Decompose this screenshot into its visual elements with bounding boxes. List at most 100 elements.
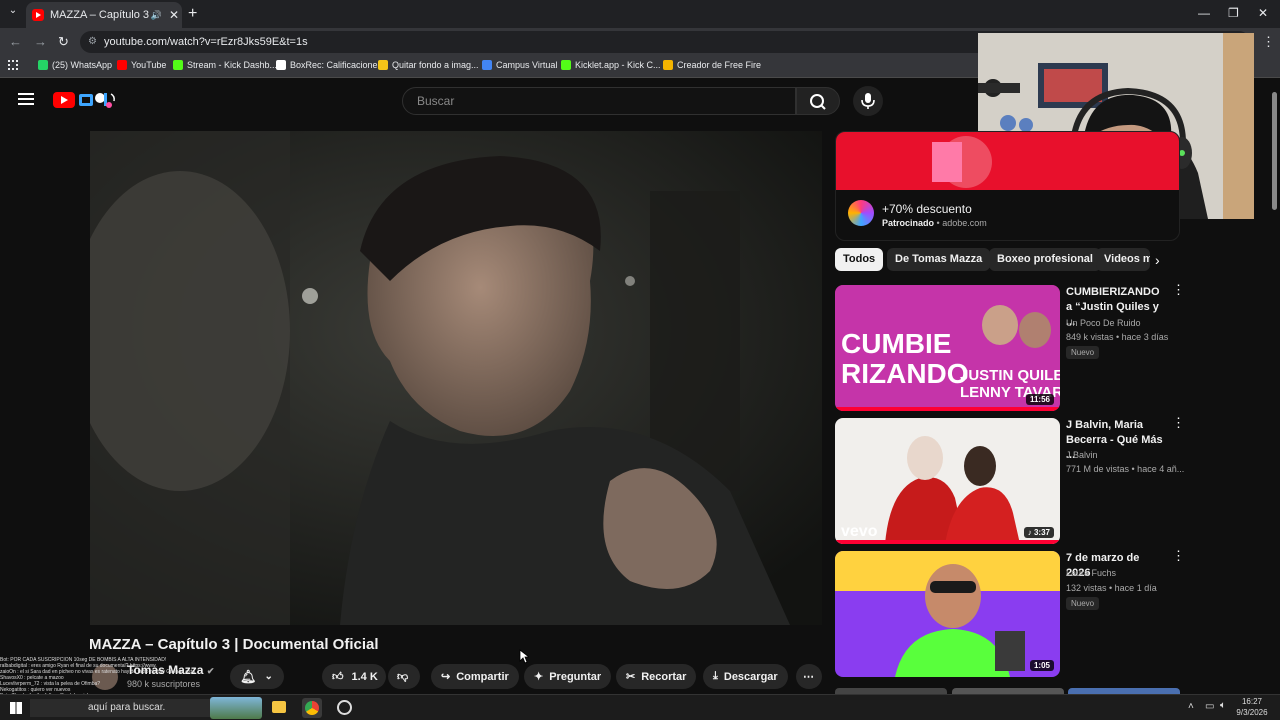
rec-channel-1[interactable]: Un Poco De Ruido (1066, 318, 1141, 328)
chevron-down-icon: ⌄ (264, 671, 273, 682)
download-icon: ⤓ (713, 670, 718, 682)
mouse-cursor-icon (519, 649, 529, 664)
ad-card[interactable]: +70% descuento Patrocinado • adobe.com (835, 131, 1180, 241)
bookmark-item[interactable]: YouTube (117, 60, 166, 70)
hamburger-menu-icon[interactable] (18, 93, 34, 105)
close-window-icon[interactable]: ✕ (1258, 6, 1268, 20)
page-scrollbar[interactable] (1272, 92, 1277, 210)
bookmark-item[interactable]: Stream - Kick Dashb... (173, 60, 277, 70)
tab-close-icon[interactable]: ✕ (166, 8, 182, 22)
rec-meta-3: 132 vistas • hace 1 día (1066, 583, 1157, 593)
doodle-logo-icon[interactable] (78, 90, 118, 110)
ad-banner-image (836, 132, 1179, 190)
youtube-logo-icon[interactable] (53, 92, 75, 108)
chips-next-arrow-icon[interactable]: › (1155, 252, 1160, 268)
clip-button[interactable]: ✂ Recortar (616, 664, 697, 689)
adobe-logo-icon (848, 200, 874, 226)
sparkle-icon: ✦ (534, 671, 544, 683)
rec-thumbnail-image: vevo (835, 418, 1060, 544)
search-input[interactable]: Buscar (402, 87, 796, 115)
youtube-favicon-icon (32, 9, 44, 21)
browser-tab[interactable]: MAZZA – Capítulo 3 | Docu 🔊 ✕ (26, 2, 182, 28)
rec-thumbnail-1[interactable]: CUMBIE RIZANDO JUSTIN QUILES Y LENNY TAV… (835, 285, 1060, 411)
share-label: Compartir (456, 670, 509, 683)
chip-todos[interactable]: Todos (835, 248, 884, 271)
search-button[interactable] (796, 87, 840, 115)
svg-text:RIZANDO: RIZANDO (841, 358, 969, 389)
apps-grid-icon[interactable] (8, 60, 18, 70)
rec-menu-icon-3[interactable]: ⋮ (1172, 549, 1185, 562)
bookmark-item[interactable]: Quitar fondo a imag... (378, 60, 479, 70)
rec-thumbnail-image (835, 551, 1060, 677)
bookmark-item[interactable]: BoxRec: Calificaciones (276, 60, 382, 70)
site-info-icon[interactable]: ⚙ (88, 31, 97, 53)
ad-sponsor-line: Patrocinado • adobe.com (882, 218, 987, 228)
browser-menu-icon[interactable]: ⋮ (1262, 34, 1275, 50)
bookmark-label: Stream - Kick Dashb... (187, 60, 278, 70)
new-tab-button[interactable]: + (188, 5, 197, 23)
rec-menu-icon-1[interactable]: ⋮ (1172, 283, 1185, 296)
rec-duration-2-text: 3:37 (1033, 528, 1050, 537)
subscribe-bell-button[interactable]: 🔔︎ ⌄ (230, 664, 284, 689)
bookmark-favicon-icon (378, 60, 388, 70)
search-icon (810, 94, 826, 110)
voice-search-button[interactable] (853, 86, 883, 116)
clock-date: 9/3/2026 (1236, 708, 1268, 717)
video-player[interactable] (90, 131, 822, 625)
file-explorer-icon[interactable] (272, 701, 286, 713)
rec-menu-icon-2[interactable]: ⋮ (1172, 416, 1185, 429)
rec-channel-2[interactable]: J Balvin (1066, 450, 1098, 460)
like-button[interactable]: 👍︎ 1.4 K (322, 664, 386, 689)
search-highlight-image (210, 697, 262, 719)
svg-text:vevo: vevo (841, 523, 878, 540)
verified-icon: ✔ (206, 666, 215, 676)
chrome-icon (305, 701, 319, 715)
bookmark-item[interactable]: Campus Virtual (482, 60, 557, 70)
rec-thumbnail-image: CUMBIE RIZANDO JUSTIN QUILES Y LENNY TAV… (835, 285, 1060, 411)
speaker-icon[interactable]: 🔊 (151, 10, 162, 21)
bookmark-label: Creador de Free Fire (677, 60, 762, 70)
network-icon[interactable]: ▭ (1205, 701, 1214, 712)
more-horizontal-icon: ⋯ (803, 671, 814, 683)
download-button[interactable]: ⤓ Descargar (703, 664, 788, 689)
ask-button[interactable]: ✦ Preguntar (524, 664, 612, 689)
more-actions-button[interactable]: ⋯ (796, 664, 822, 689)
chrome-taskbar-button[interactable] (302, 698, 322, 718)
reload-icon[interactable]: ↻ (58, 34, 69, 50)
rec-thumbnail-3[interactable]: 1:05 (835, 551, 1060, 677)
bookmark-label: (25) WhatsApp (52, 60, 113, 70)
restore-icon[interactable]: ❐ (1228, 6, 1239, 20)
bookmark-item[interactable]: Creador de Free Fire (663, 60, 761, 70)
bookmark-label: BoxRec: Calificaciones (290, 60, 383, 70)
windows-start-icon[interactable] (10, 702, 22, 714)
chip-videos[interactable]: Videos m (1096, 248, 1150, 271)
dislike-button[interactable]: 👎︎ (388, 664, 420, 689)
tab-search-button[interactable]: ⌄ (5, 5, 21, 21)
bookmark-item[interactable]: (25) WhatsApp (38, 60, 112, 70)
back-icon[interactable]: ← (9, 34, 22, 49)
obs-icon[interactable] (337, 700, 352, 715)
tray-up-icon[interactable]: ˄ (1188, 701, 1194, 712)
forward-icon[interactable]: → (34, 34, 47, 49)
rec-meta-1: 849 k vistas • hace 3 días (1066, 332, 1169, 342)
thumbs-down-icon: 👎︎ (397, 671, 409, 683)
bookmark-item[interactable]: Kicklet.app - Kick C... (561, 60, 661, 70)
svg-text:CUMBIE: CUMBIE (841, 328, 951, 359)
rec-thumbnail-2[interactable]: vevo ♪ 3:37 (835, 418, 1060, 544)
ad-domain: adobe.com (942, 218, 987, 228)
chip-de-tomas-mazza[interactable]: De Tomas Mazza (887, 248, 991, 271)
video-frame-image (90, 131, 822, 625)
volume-icon[interactable]: 🔈︎ (1220, 700, 1226, 711)
rec-channel-3[interactable]: Laura Fuchs (1066, 568, 1116, 578)
tab-title: MAZZA – Capítulo 3 | Docu (50, 9, 151, 21)
microphone-icon (861, 93, 875, 109)
share-button[interactable]: ↪ Compartir (431, 664, 519, 689)
chip-boxeo-profesional[interactable]: Boxeo profesional (989, 248, 1101, 271)
taskbar-search-text: aquí para buscar. (88, 702, 166, 713)
thumbs-up-icon: 👍︎ (332, 671, 344, 683)
taskbar-clock[interactable]: 16:27 9/3/2026 (1236, 696, 1268, 718)
bookmark-favicon-icon (561, 60, 571, 70)
bell-icon: 🔔︎ (240, 668, 257, 684)
rec-badge-3: Nuevo (1066, 597, 1100, 610)
minimize-icon[interactable]: — (1198, 6, 1210, 20)
